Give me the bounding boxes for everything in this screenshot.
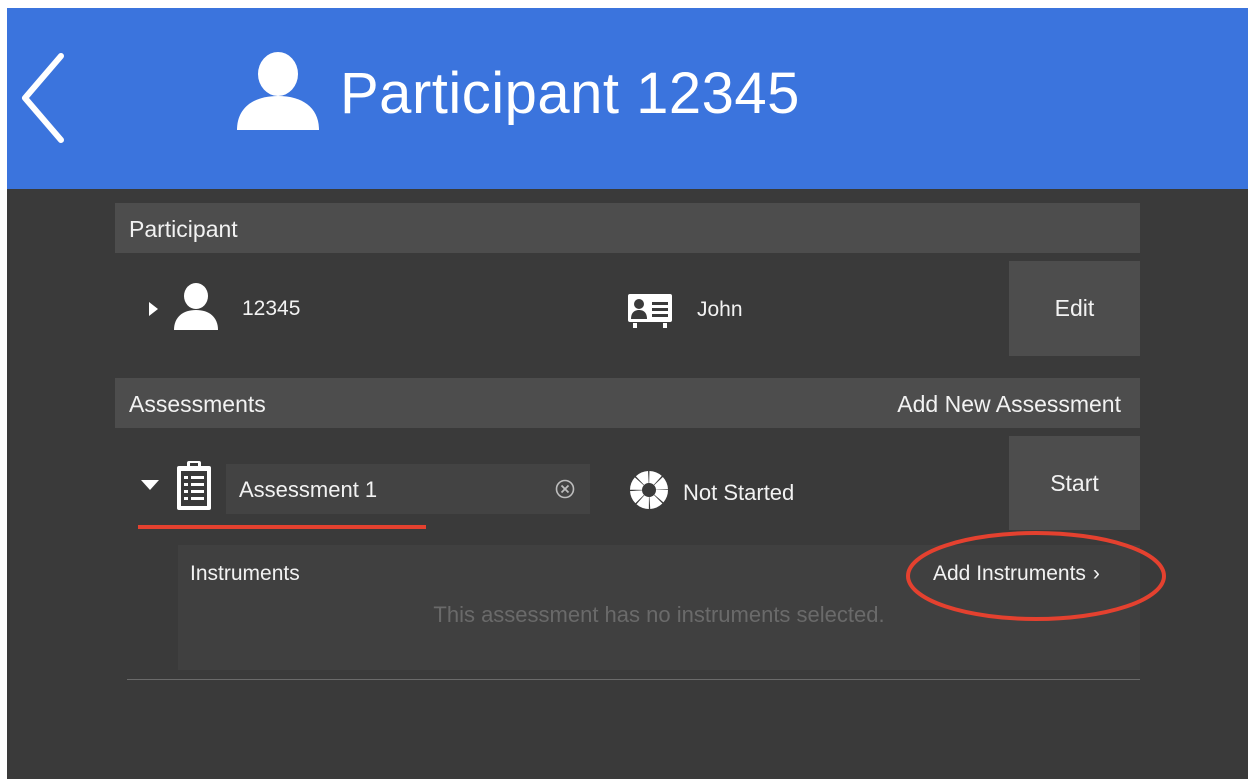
chevron-left-icon	[22, 53, 64, 143]
participant-section-title: Participant	[129, 216, 238, 242]
assessment-status: Not Started	[683, 480, 795, 505]
chevron-right-icon: ›	[1092, 562, 1100, 585]
start-button[interactable]: Start	[1009, 436, 1140, 530]
page-title: Participant 12345	[340, 61, 800, 126]
edit-button[interactable]: Edit	[1009, 261, 1140, 356]
highlight-underline	[138, 525, 426, 529]
add-instruments-label: Add Instruments	[933, 562, 1086, 585]
divider	[127, 679, 1140, 680]
triangle-down-icon[interactable]	[140, 478, 160, 492]
empty-instruments-message: This assessment has no instruments selec…	[433, 602, 885, 627]
edit-button-label: Edit	[1054, 295, 1095, 321]
clear-icon[interactable]	[554, 478, 576, 500]
assessments-section-header: Assessments Add New Assessment	[115, 378, 1140, 428]
back-button[interactable]	[13, 48, 73, 148]
participant-user-icon	[174, 283, 218, 330]
header-bar: Participant 12345	[7, 8, 1248, 189]
assessment-name-field[interactable]: Assessment 1	[226, 464, 590, 514]
assessment-name: Assessment 1	[239, 477, 378, 502]
progress-ring-icon	[630, 471, 668, 509]
add-instruments-button[interactable]: Add Instruments ›	[933, 562, 1100, 586]
assessments-section-title: Assessments	[129, 391, 266, 417]
instruments-title: Instruments	[190, 562, 300, 585]
instruments-panel: Instruments Add Instruments › This assess…	[178, 545, 1140, 670]
start-button-label: Start	[1050, 469, 1099, 496]
participant-section-header: Participant	[115, 203, 1140, 253]
participant-id: 12345	[242, 297, 301, 320]
add-new-assessment-button[interactable]: Add New Assessment	[897, 391, 1121, 418]
clipboard-icon	[177, 461, 211, 510]
triangle-right-icon[interactable]	[147, 301, 159, 317]
app-screen: Participant 12345 Participant 12345 John…	[7, 8, 1248, 779]
user-icon	[237, 52, 319, 130]
participant-name: John	[697, 298, 743, 321]
id-card-icon	[628, 294, 672, 328]
